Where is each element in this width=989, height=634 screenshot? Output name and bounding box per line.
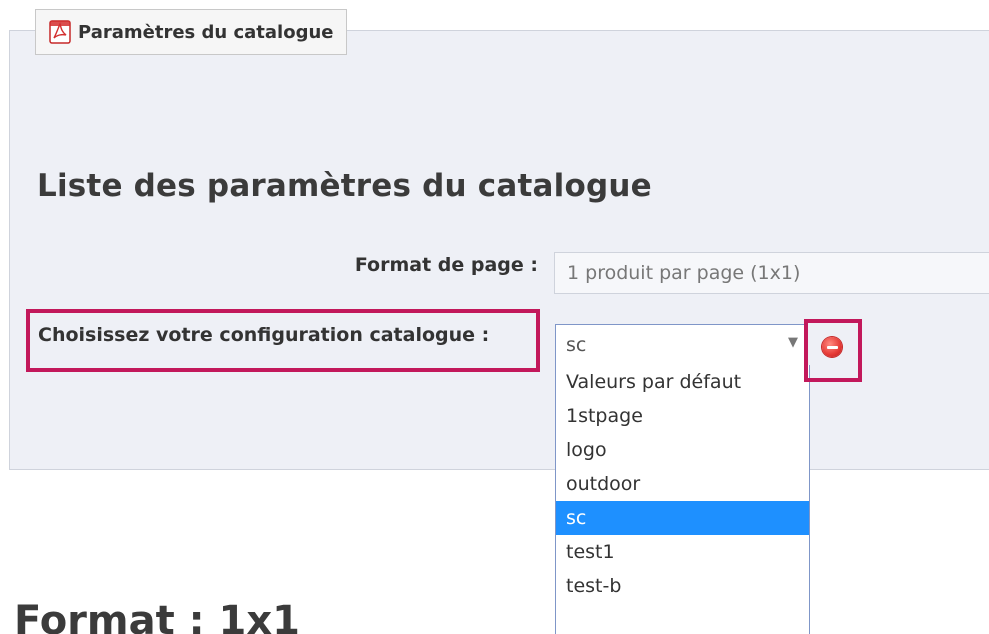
format-label: Format de page : (354, 254, 538, 276)
pdf-icon (49, 20, 71, 44)
config-dropdown-list: Valeurs par défaut 1stpage logo outdoor … (555, 365, 810, 634)
dropdown-option[interactable]: logo (556, 433, 809, 467)
dropdown-option[interactable]: outdoor (556, 467, 809, 501)
dropdown-option[interactable]: test1 (556, 535, 809, 569)
catalog-settings-panel (9, 30, 989, 470)
dropdown-option[interactable]: 1stpage (556, 399, 809, 433)
chevron-down-icon[interactable]: ▼ (788, 335, 798, 350)
panel-legend: Paramètres du catalogue (35, 9, 347, 55)
page: Paramètres du catalogue Liste des paramè… (0, 0, 989, 634)
format-input[interactable]: 1 produit par page (1x1) (554, 252, 989, 294)
config-select-value: sc (566, 334, 587, 356)
annotation-highlight-label (26, 309, 540, 372)
format-heading: Format : 1x1 (14, 598, 301, 634)
section-title: Liste des paramètres du catalogue (37, 168, 652, 204)
dropdown-option-selected[interactable]: sc (556, 501, 809, 535)
dropdown-option[interactable]: Valeurs par défaut (556, 365, 809, 399)
panel-legend-label: Paramètres du catalogue (78, 21, 334, 43)
config-select[interactable]: sc ▼ (555, 324, 807, 366)
dropdown-option[interactable]: test-b (556, 569, 809, 603)
annotation-highlight-button (804, 319, 862, 382)
